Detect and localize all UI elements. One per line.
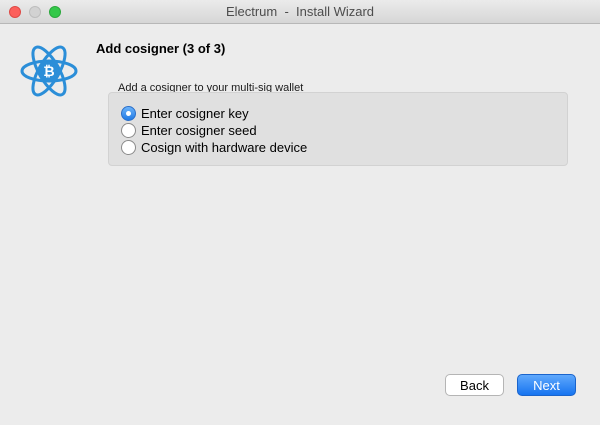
option-cosign-hardware-device[interactable]: Cosign with hardware device	[121, 139, 307, 156]
electrum-bitcoin-logo-icon: ₿	[20, 45, 78, 97]
option-enter-cosigner-key[interactable]: Enter cosigner key	[121, 105, 249, 122]
title-bar[interactable]: Electrum - Install Wizard	[0, 0, 600, 24]
back-button[interactable]: Back	[445, 374, 504, 396]
option-enter-cosigner-seed[interactable]: Enter cosigner seed	[121, 122, 257, 139]
install-wizard-window: Electrum - Install Wizard ₿ Add cosigner…	[0, 0, 600, 425]
radio-button[interactable]	[121, 123, 136, 138]
radio-button-selected[interactable]	[121, 106, 136, 121]
next-button[interactable]: Next	[517, 374, 576, 396]
option-label: Enter cosigner seed	[141, 123, 257, 138]
svg-text:₿: ₿	[43, 64, 54, 80]
window-title: Electrum - Install Wizard	[225, 4, 375, 19]
radio-button[interactable]	[121, 140, 136, 155]
option-label: Cosign with hardware device	[141, 140, 308, 155]
page-heading: Add cosigner (3 of 3)	[96, 41, 226, 56]
option-label: Enter cosigner key	[141, 106, 249, 121]
